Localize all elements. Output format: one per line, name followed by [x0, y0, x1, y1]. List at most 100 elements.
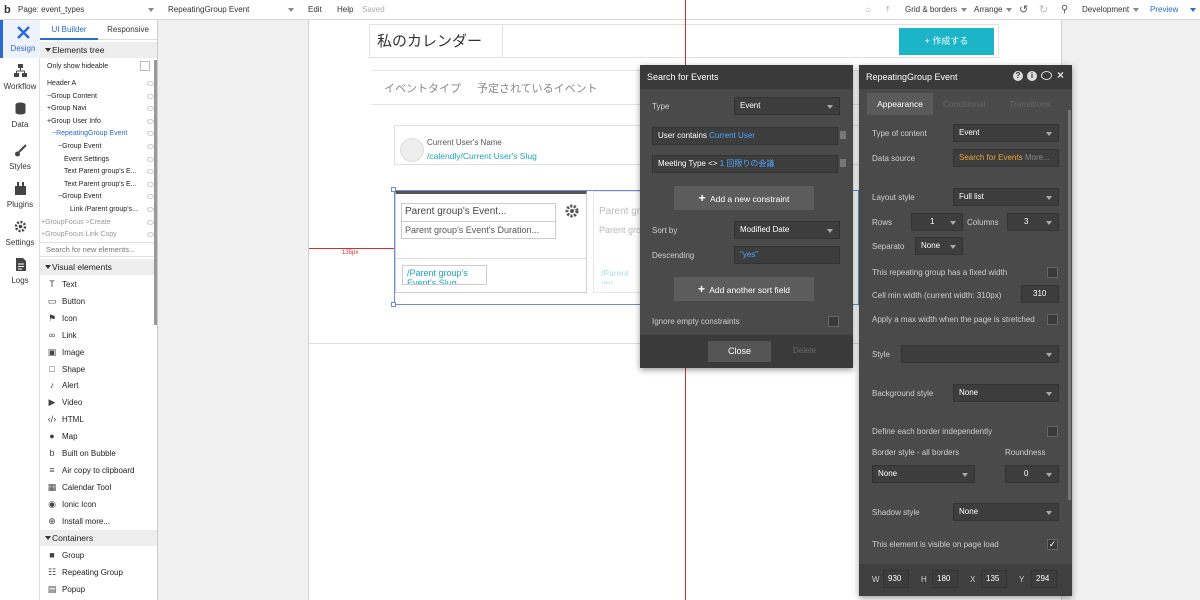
element-selector-caret[interactable] — [284, 0, 294, 20]
width-input[interactable]: 930 — [883, 570, 909, 588]
visual-elements-header[interactable]: Visual elements — [40, 259, 157, 275]
tab-scheduled-events[interactable]: 予定されているイベント — [477, 80, 598, 96]
layout-style-dropdown[interactable]: Full list — [953, 188, 1059, 206]
constraint-meeting-type[interactable]: Meeting Type <> 1 回限りの会議 — [652, 155, 838, 173]
background-style-dropdown[interactable]: None — [953, 384, 1059, 402]
rail-styles[interactable]: Styles — [0, 138, 40, 176]
tab-conditional[interactable]: Conditional — [943, 99, 986, 109]
visual-item-ionic-icon[interactable]: ◉ Ionic Icon — [40, 496, 157, 513]
eye-icon[interactable] — [147, 181, 154, 187]
sort-by-dropdown[interactable]: Modified Date — [734, 221, 840, 239]
tree-item[interactable]: Text Parent group's E... — [40, 166, 157, 179]
tree-item[interactable]: Header A — [40, 78, 157, 91]
eye-icon[interactable] — [147, 81, 154, 86]
border-style-dropdown[interactable]: None — [872, 465, 975, 483]
page-selector[interactable]: Page: event_types — [18, 0, 84, 20]
undo-icon[interactable]: ↺ — [1019, 0, 1028, 20]
container-group[interactable]: ■ Group — [40, 547, 157, 564]
element-selector[interactable]: RepeatingGroup Event — [168, 0, 249, 20]
version-selector[interactable]: Development — [1082, 0, 1140, 20]
tab-event-types[interactable]: イベントタイプ — [384, 80, 461, 96]
arrange-menu[interactable]: Arrange — [974, 0, 1013, 20]
preview-button[interactable]: Preview — [1150, 0, 1178, 20]
rail-workflow[interactable]: Workflow — [0, 58, 40, 96]
pin-icon[interactable]: ⤒ — [886, 0, 890, 20]
trash-icon[interactable] — [840, 159, 846, 167]
comment-icon[interactable] — [1041, 71, 1052, 80]
visual-item-install-more[interactable]: ⊕ Install more... — [40, 513, 157, 530]
container-repeating-group[interactable]: ☷ Repeating Group — [40, 564, 157, 581]
style-dropdown[interactable] — [901, 345, 1059, 363]
close-button[interactable]: Close — [708, 341, 771, 362]
eye-icon[interactable] — [147, 118, 154, 124]
type-content-dropdown[interactable]: Event — [953, 124, 1059, 142]
roundness-dropdown[interactable]: 0 — [1005, 465, 1059, 483]
element-search-input[interactable] — [40, 243, 157, 256]
visual-item-alert[interactable]: ♪ Alert — [40, 377, 157, 394]
separator-dropdown[interactable]: None — [915, 237, 963, 255]
shadow-style-dropdown[interactable]: None — [953, 503, 1059, 521]
rows-dropdown[interactable]: 1 — [911, 213, 963, 231]
constraint-user[interactable]: User contains Current User — [652, 127, 838, 145]
tree-item[interactable]: −Group Content — [40, 91, 157, 104]
elements-tree-header[interactable]: Elements tree — [40, 42, 157, 58]
visual-item-text[interactable]: T Text — [40, 276, 157, 293]
eye-icon[interactable] — [147, 207, 154, 212]
tab-ui-builder[interactable]: UI Builder — [40, 20, 98, 40]
preview-caret-icon[interactable] — [1186, 0, 1196, 20]
search-icon[interactable]: ⚲ — [1061, 0, 1068, 20]
rail-plugins[interactable]: Plugins — [0, 176, 40, 214]
tree-item[interactable]: Text Parent group's E... — [40, 179, 157, 192]
tree-item[interactable]: +GroupFocus >Create — [40, 217, 157, 230]
eye-icon[interactable] — [147, 169, 154, 175]
eye-icon[interactable] — [147, 194, 154, 200]
resize-handle[interactable] — [391, 302, 396, 307]
data-source-more[interactable]: More... — [1025, 153, 1050, 162]
event-title-text[interactable]: Parent group's Event... — [405, 206, 506, 217]
border-independent-checkbox[interactable] — [1047, 426, 1058, 437]
add-constraint-button[interactable]: + Add a new constraint — [674, 186, 814, 210]
rail-settings[interactable]: Settings — [0, 214, 40, 252]
info-icon[interactable]: i — [1027, 71, 1037, 81]
page-selector-caret[interactable] — [144, 0, 154, 20]
event-slug-link[interactable]: /Parent group's Event's Slug — [407, 268, 485, 284]
descending-field[interactable]: "yes" — [734, 246, 840, 264]
x-input[interactable]: 135 — [981, 570, 1007, 588]
eye-icon[interactable] — [147, 232, 154, 238]
tree-item[interactable]: Link /Parent group's... — [40, 204, 157, 217]
help-icon[interactable]: ? — [1013, 71, 1023, 81]
tree-item[interactable]: +Group User Info — [40, 116, 157, 129]
redo-icon[interactable]: ↻ — [1039, 0, 1048, 20]
fixed-width-checkbox[interactable] — [1047, 267, 1058, 278]
visual-item-shape[interactable]: □ Shape — [40, 361, 157, 378]
tree-item[interactable]: Event Settings — [40, 154, 157, 167]
min-width-input[interactable]: 310 — [1021, 285, 1059, 303]
rail-logs[interactable]: Logs — [0, 252, 40, 290]
y-input[interactable]: 294 — [1031, 570, 1057, 588]
tree-item[interactable]: +GroupFocus Link Copy — [40, 229, 157, 242]
visual-item-built-on-bubble[interactable]: b Built on Bubble — [40, 445, 157, 462]
delete-button[interactable]: Delete — [793, 346, 816, 355]
visual-item-html[interactable]: ‹/› HTML — [40, 411, 157, 428]
max-width-checkbox[interactable] — [1047, 314, 1058, 325]
eye-icon[interactable] — [147, 144, 154, 149]
container-popup[interactable]: ▤ Popup — [40, 581, 157, 598]
close-icon[interactable]: × — [1057, 68, 1064, 82]
type-dropdown[interactable]: Event — [734, 97, 840, 115]
rail-data[interactable]: Data — [0, 96, 40, 134]
tree-item[interactable]: +Group Navi — [40, 103, 157, 116]
home-icon[interactable]: ⌂ — [866, 0, 871, 20]
event-duration-text[interactable]: Parent group's Event's Duration... — [405, 225, 539, 235]
edit-menu[interactable]: Edit — [308, 0, 322, 20]
visual-item-button[interactable]: ▭ Button — [40, 293, 157, 310]
visual-item-link[interactable]: ∞ Link — [40, 327, 157, 344]
eye-icon[interactable] — [147, 106, 154, 112]
visual-item-image[interactable]: ▣ Image — [40, 344, 157, 361]
panel-scrollbar[interactable] — [154, 60, 157, 325]
data-source-field[interactable]: Search for Events More... — [953, 149, 1059, 167]
visual-item-video[interactable]: ▶ Video — [40, 394, 157, 411]
visual-item-air-copy-to-clipboard[interactable]: ≡ Air copy to clipboard — [40, 462, 157, 479]
visual-item-calendar-tool[interactable]: ▦ Calendar Tool — [40, 479, 157, 496]
event-settings-gear-icon[interactable] — [565, 204, 579, 218]
visual-item-map[interactable]: ● Map — [40, 428, 157, 445]
